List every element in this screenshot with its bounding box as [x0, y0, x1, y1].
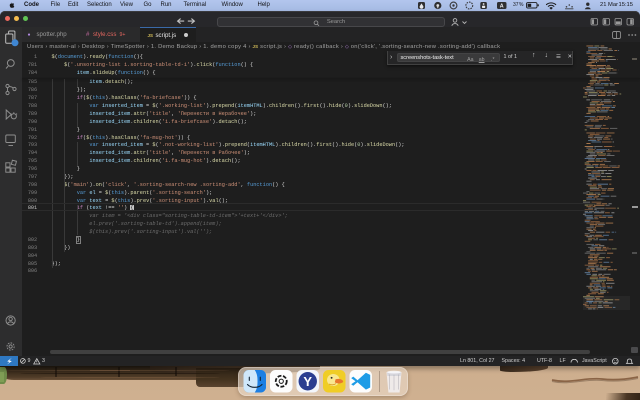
- svg-text:Y: Y: [303, 373, 312, 388]
